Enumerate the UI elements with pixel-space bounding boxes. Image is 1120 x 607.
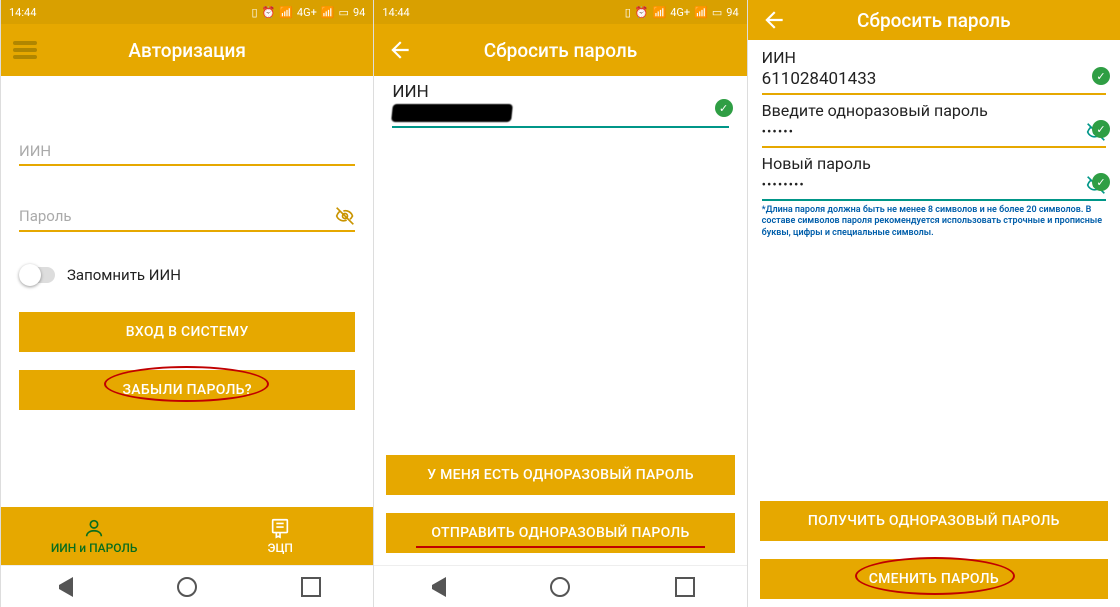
tab-iin-password[interactable]: ИИН и ПАРОЛЬ — [1, 507, 187, 565]
remember-row: Запомнить ИИН — [19, 266, 355, 284]
back-icon[interactable] — [760, 6, 788, 34]
iin-input[interactable]: 611028401433 — [762, 69, 1106, 95]
android-navbar — [374, 565, 746, 607]
back-icon[interactable] — [386, 36, 414, 64]
screen-title: Авторизация — [49, 39, 325, 62]
new-password-input[interactable]: •••••••• — [762, 175, 1106, 201]
iin-field: ИИН 611028401433 ✓ — [762, 48, 1106, 95]
reset-button-area: У МЕНЯ ЕСТЬ ОДНОРАЗОВЫЙ ПАРОЛЬ ОТПРАВИТЬ… — [374, 455, 746, 565]
certificate-icon — [269, 517, 291, 539]
android-navbar — [1, 565, 373, 607]
send-otp-button[interactable]: ОТПРАВИТЬ ОДНОРАЗОВЫЙ ПАРОЛЬ — [386, 513, 734, 553]
wifi-icon: 📶 — [694, 6, 708, 19]
get-otp-button[interactable]: ПОЛУЧИТЬ ОДНОРАЗОВЫЙ ПАРОЛЬ — [760, 501, 1108, 541]
network-icon: 4G+ — [297, 6, 317, 19]
change-button-area: ПОЛУЧИТЬ ОДНОРАЗОВЫЙ ПАРОЛЬ СМЕНИТЬ ПАРО… — [748, 501, 1120, 607]
change-password-button[interactable]: СМЕНИТЬ ПАРОЛЬ — [760, 559, 1108, 599]
nav-recent-icon[interactable] — [675, 577, 695, 597]
password-hint: *Длина пароля должна быть не менее 8 сим… — [762, 205, 1106, 239]
toolbar: Сбросить пароль — [748, 0, 1120, 40]
nav-home-icon[interactable] — [550, 577, 570, 597]
status-bar: 14:44 ▯ ⏰ 📶 4G+ 📶 ▭ 94 — [1, 0, 373, 24]
iin-field: ИИН ✓ — [392, 82, 728, 128]
login-button[interactable]: ВХОД В СИСТЕМУ — [19, 312, 355, 352]
battery-icon: ▭ — [712, 6, 722, 19]
wifi-icon: 📶 — [321, 6, 335, 19]
nav-back-icon[interactable] — [53, 577, 73, 597]
password-field: Пароль — [19, 206, 355, 232]
redacted-value — [391, 104, 513, 122]
signal-icon: 📶 — [279, 6, 293, 19]
status-time: 14:44 — [9, 6, 36, 19]
reset-request-screen: 14:44 ▯ ⏰ 📶 4G+ 📶 ▭ 94 Сбросить пароль И… — [373, 0, 746, 607]
have-otp-button[interactable]: У МЕНЯ ЕСТЬ ОДНОРАЗОВЫЙ ПАРОЛЬ — [386, 455, 734, 495]
vibrate-icon: ▯ — [625, 6, 631, 19]
remember-label: Запомнить ИИН — [67, 266, 181, 284]
iin-input[interactable] — [392, 104, 728, 128]
new-password-field: Новый пароль •••••••• ✓ — [762, 154, 1106, 201]
battery-pct: 94 — [353, 6, 365, 19]
screen-title: Сбросить пароль — [426, 39, 694, 62]
user-icon — [83, 517, 105, 539]
check-icon: ✓ — [1092, 120, 1110, 138]
vibrate-icon: ▯ — [251, 6, 257, 19]
status-right: ▯ ⏰ 📶 4G+ 📶 ▭ 94 — [625, 6, 739, 19]
toolbar: Сбросить пароль — [374, 24, 746, 76]
forgot-password-button[interactable]: ЗАБЫЛИ ПАРОЛЬ? — [19, 370, 355, 410]
status-right: ▯ ⏰ 📶 4G+ 📶 ▭ 94 — [251, 6, 365, 19]
check-icon: ✓ — [715, 99, 733, 117]
password-input[interactable]: Пароль — [19, 206, 355, 232]
status-bar: 14:44 ▯ ⏰ 📶 4G+ 📶 ▭ 94 — [374, 0, 746, 24]
login-screen: 14:44 ▯ ⏰ 📶 4G+ 📶 ▭ 94 Авторизация ИИН П… — [0, 0, 373, 607]
visibility-off-icon[interactable] — [335, 206, 355, 226]
login-content: ИИН Пароль Запомнить ИИН ВХОД В СИСТЕМУ … — [1, 76, 373, 507]
menu-icon[interactable] — [13, 41, 37, 59]
alarm-icon: ⏰ — [635, 6, 649, 19]
battery-pct: 94 — [726, 6, 738, 19]
nav-back-icon[interactable] — [426, 577, 446, 597]
network-icon: 4G+ — [670, 6, 690, 19]
toolbar: Авторизация — [1, 24, 373, 76]
otp-field: Введите одноразовый пароль •••••• ✓ — [762, 101, 1106, 148]
signal-icon: 📶 — [653, 6, 667, 19]
tab-ecp[interactable]: ЭЦП — [187, 507, 373, 565]
nav-recent-icon[interactable] — [301, 577, 321, 597]
alarm-icon: ⏰ — [262, 6, 276, 19]
login-tabs: ИИН и ПАРОЛЬ ЭЦП — [1, 507, 373, 565]
otp-input[interactable]: •••••• — [762, 122, 1106, 148]
annotation-underline — [416, 546, 704, 548]
iin-input[interactable]: ИИН — [19, 142, 355, 166]
remember-toggle[interactable] — [19, 267, 55, 283]
screen-title: Сбросить пароль — [800, 9, 1068, 32]
status-time: 14:44 — [382, 6, 409, 19]
battery-icon: ▭ — [339, 6, 349, 19]
nav-home-icon[interactable] — [177, 577, 197, 597]
change-password-screen: Сбросить пароль ИИН 611028401433 ✓ Введи… — [747, 0, 1120, 607]
check-icon: ✓ — [1092, 67, 1110, 85]
check-icon: ✓ — [1092, 173, 1110, 191]
iin-field: ИИН — [19, 142, 355, 166]
